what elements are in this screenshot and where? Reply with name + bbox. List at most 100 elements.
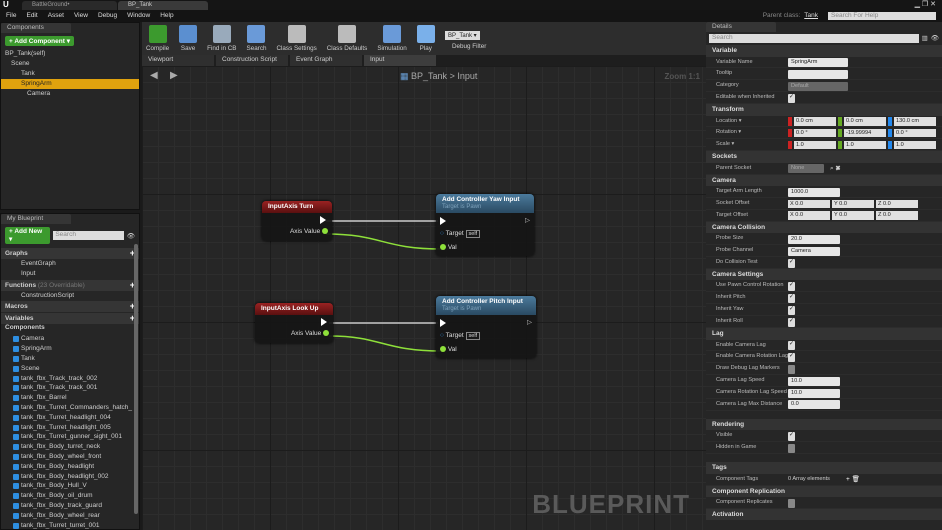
section-camera[interactable]: Camera (706, 174, 942, 187)
add-tag-icon[interactable]: + 🗑 (846, 474, 860, 486)
target-pin[interactable]: ○ Target self (440, 332, 481, 340)
component-self[interactable]: BP_Tank(self) (1, 49, 139, 59)
eye-icon[interactable]: 👁 (931, 34, 939, 43)
menu-view[interactable]: View (74, 12, 88, 20)
component-variable-item[interactable]: tank_fbx_Turret_headlight_004 (1, 413, 139, 423)
menu-file[interactable]: File (6, 12, 16, 20)
graph-item[interactable]: Input (1, 269, 139, 279)
target-pin[interactable]: ○ Target self (440, 230, 481, 238)
exec-out-pin[interactable]: ▷ (525, 216, 530, 224)
parent-socket-field[interactable]: None (788, 164, 824, 174)
exec-out-pin[interactable] (321, 318, 327, 326)
arm-length-input[interactable]: 1000.0 (788, 187, 840, 197)
section-transform[interactable]: Transform (706, 104, 942, 116)
toolbar-save-button[interactable]: Save (179, 25, 198, 52)
y-field[interactable]: Y 0.0 (832, 199, 874, 209)
probe-size-input[interactable]: 20.0 (788, 234, 840, 244)
menu-help[interactable]: Help (160, 12, 173, 20)
z-field[interactable]: Z 0.0 (876, 199, 918, 209)
lag-speed-input[interactable]: 10.0 (788, 376, 840, 386)
exec-out-pin[interactable] (320, 216, 326, 224)
exec-out-pin[interactable]: ▷ (527, 318, 532, 326)
probe-channel-select[interactable]: Camera (788, 246, 840, 256)
inherit-yaw-checkbox[interactable]: ✓ (788, 305, 795, 315)
component-variable-item[interactable]: tank_fbx_Turret_gunner_sight_001 (1, 432, 139, 442)
components-tab[interactable]: Components (1, 23, 71, 33)
section-camera-settings[interactable]: Camera Settings (706, 268, 942, 281)
val-pin[interactable]: Val (440, 244, 457, 251)
inherit-roll-checkbox[interactable]: ✓ (788, 317, 795, 327)
tooltip-input[interactable] (788, 69, 848, 79)
section-sockets[interactable]: Sockets (706, 151, 942, 163)
x-field[interactable]: X 0.0 (788, 211, 830, 220)
window-tab-bp-tank[interactable]: BP_Tank (118, 1, 208, 10)
blueprint-search-input[interactable]: Search (53, 231, 124, 240)
help-search-input[interactable]: Search For Help (828, 12, 936, 20)
component-variable-item[interactable]: tank_fbx_Body_headlight_002 (1, 472, 139, 482)
component-scene[interactable]: Scene (1, 59, 139, 69)
menu-edit[interactable]: Edit (26, 12, 37, 20)
component-springarm[interactable]: SpringArm (1, 79, 139, 89)
axis-value-pin[interactable]: Axis Value (290, 228, 328, 235)
hidden-checkbox[interactable] (788, 443, 795, 453)
section-replication[interactable]: Component Replication (706, 485, 942, 498)
parent-class-link[interactable]: Tank (804, 12, 818, 20)
my-blueprint-tab[interactable]: My Blueprint (1, 214, 71, 224)
functions-section[interactable]: Functions (23 Overridable) + (1, 279, 139, 291)
toolbar-class-settings-button[interactable]: Class Settings (276, 25, 317, 52)
macros-section[interactable]: Macros + (1, 301, 139, 313)
component-variable-item[interactable]: tank_fbx_Body_track_guard (1, 501, 139, 511)
node-add-controller-yaw-input[interactable]: Add Controller Yaw Input Target is Pawn ▷… (436, 194, 534, 256)
component-variable-item[interactable]: SpringArm (1, 344, 139, 354)
component-variable-item[interactable]: tank_fbx_Track_track_002 (1, 374, 139, 384)
component-tank[interactable]: Tank (1, 69, 139, 79)
tab-event-graph[interactable]: Event Graph (290, 55, 362, 66)
exec-in-pin[interactable] (440, 319, 446, 327)
tab-input[interactable]: Input (364, 55, 436, 66)
tab-construction-script[interactable]: Construction Script (216, 55, 288, 66)
node-inputaxis-turn[interactable]: InputAxis Turn Axis Value (262, 201, 332, 241)
component-variable-item[interactable]: Tank (1, 354, 139, 364)
socket-offset-vector[interactable]: X 0.0 Y 0.0 Z 0.0 (788, 199, 918, 209)
graph-canvas[interactable]: ◀ ▶ ▦ BP_Tank > Input Zoom 1:1 InputAxis… (142, 66, 706, 530)
details-tab[interactable]: Details (706, 22, 776, 32)
menu-window[interactable]: Window (127, 12, 150, 20)
function-item[interactable]: ConstructionScript (1, 291, 139, 301)
section-camera-collision[interactable]: Camera Collision (706, 221, 942, 234)
add-new-button[interactable]: + Add New ▾ (5, 227, 51, 244)
eye-icon[interactable]: 👁 (127, 232, 135, 240)
variables-section[interactable]: Variables + (1, 313, 139, 325)
section-tags[interactable]: Tags (706, 462, 942, 474)
tab-viewport[interactable]: Viewport (142, 55, 214, 66)
target-offset-vector[interactable]: X 0.0 Y 0.0 Z 0.0 (788, 211, 918, 220)
replicates-checkbox[interactable] (788, 498, 795, 508)
window-tab-battleground[interactable]: BattleGround• (22, 1, 117, 10)
component-variable-item[interactable]: Scene (1, 364, 139, 374)
component-variable-item[interactable]: tank_fbx_Turret_turret_001 (1, 521, 139, 529)
grid-view-icon[interactable]: ▥ (922, 34, 928, 43)
component-variable-item[interactable]: tank_fbx_Body_wheel_rear (1, 511, 139, 521)
lag-max-input[interactable]: 0.0 (788, 400, 840, 410)
rotation-vector[interactable]: 0.0 ° -19.99994 0.0 ° (788, 128, 936, 138)
toolbar-class-defaults-button[interactable]: Class Defaults (327, 25, 367, 52)
location-vector[interactable]: 0.0 cm 0.0 cm 130.0 cm (788, 117, 936, 126)
toolbar-play-button[interactable]: Play (416, 25, 435, 52)
node-add-controller-pitch-input[interactable]: Add Controller Pitch Input Target is Pawn… (436, 296, 536, 358)
rotation-lag-checkbox[interactable]: ✓ (788, 352, 795, 362)
val-pin[interactable]: Val (440, 346, 457, 353)
component-variable-item[interactable]: tank_fbx_Body_wheel_front (1, 452, 139, 462)
y-field[interactable]: Y 0.0 (832, 211, 874, 220)
component-variable-item[interactable]: tank_fbx_Body_turret_neck (1, 442, 139, 452)
category-select[interactable]: Default (788, 81, 848, 91)
component-variable-item[interactable]: tank_fbx_Body_Hull_V (1, 481, 139, 491)
y-field[interactable]: -19.99994 (844, 128, 886, 138)
graph-item[interactable]: EventGraph (1, 259, 139, 269)
component-camera[interactable]: Camera (1, 89, 139, 99)
editable-checkbox[interactable]: ✓ (788, 93, 795, 103)
y-field[interactable]: 1.0 (844, 140, 886, 150)
axis-value-pin[interactable]: Axis Value (291, 330, 329, 337)
toolbar-compile-button[interactable]: Compile (146, 25, 169, 52)
component-variable-item[interactable]: Camera (1, 334, 139, 344)
collision-test-checkbox[interactable]: ✓ (788, 258, 795, 268)
camera-lag-checkbox[interactable]: ✓ (788, 341, 795, 351)
